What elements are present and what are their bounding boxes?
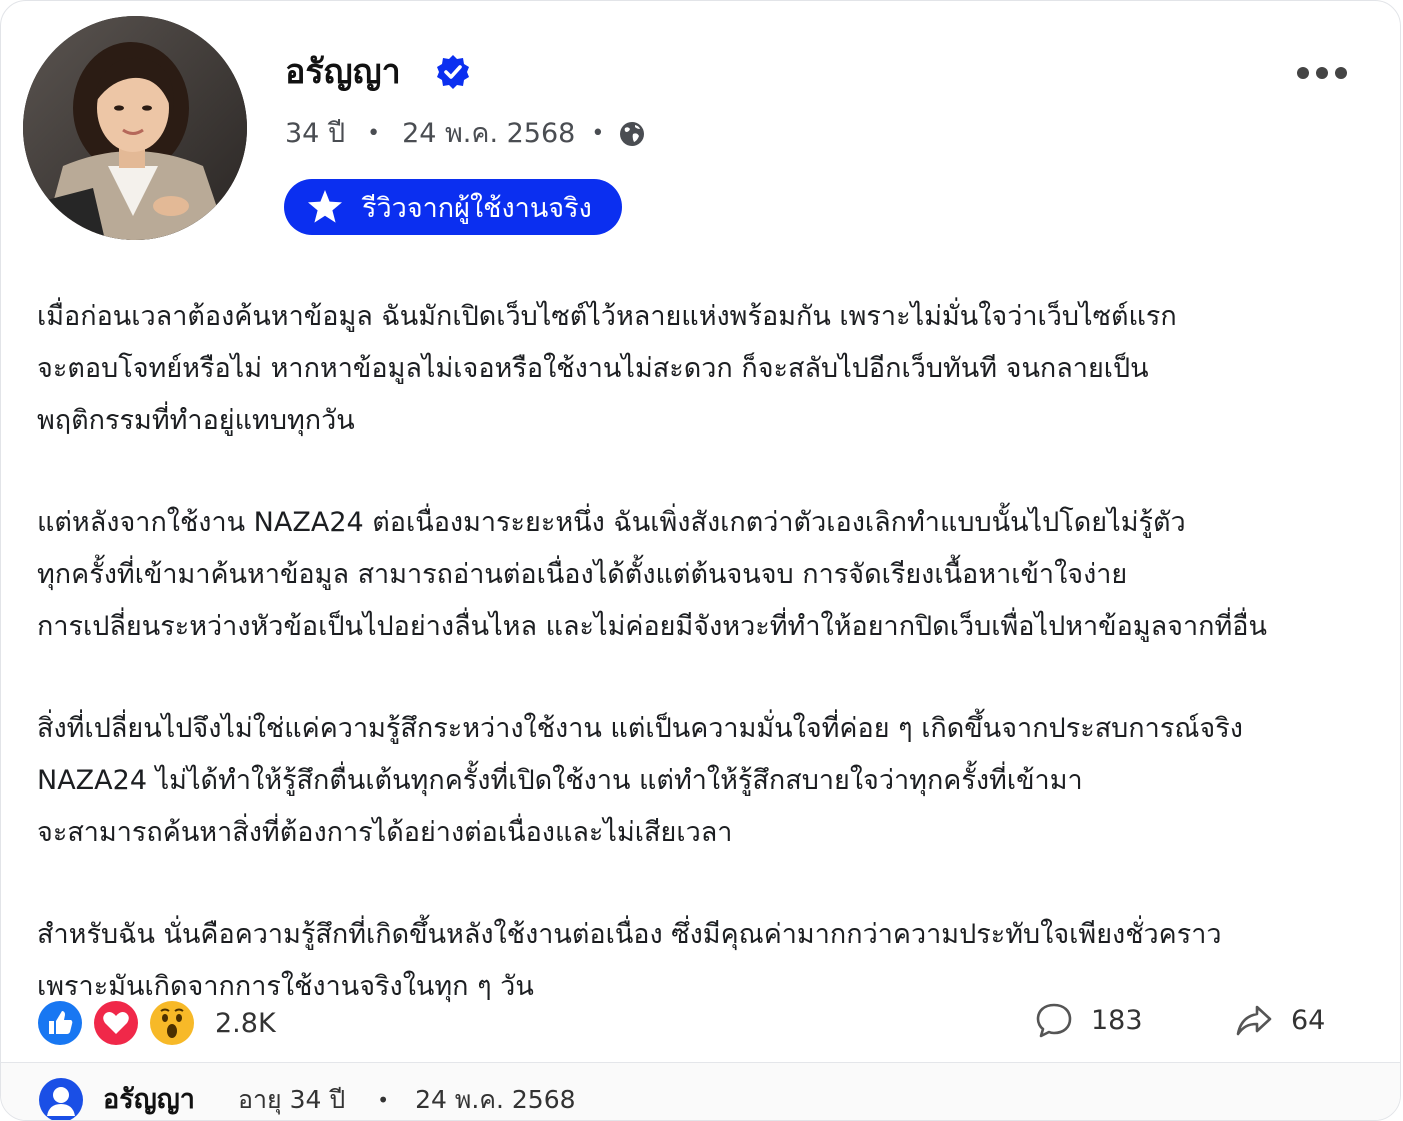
share-icon [1236,1005,1272,1036]
verified-badge-icon [437,55,469,89]
text-line: สิ่งที่เปลี่ยนไปจึงไม่ใช่แค่ความรู้สึกระ… [37,713,1243,744]
author-footer [1,1063,1400,1120]
verified-review-badge: รีวิวจากผู้ใช้งานจริง [284,179,622,235]
more-options-icon[interactable] [1297,63,1347,83]
comment-count: 183 [1091,1004,1143,1036]
author-avatar[interactable] [23,16,247,240]
text-line: การเปลี่ยนระหว่างหัวข้อเป็นไปอย่างลื่นไห… [37,611,1267,642]
post-date[interactable]: 24 พ.ค. 2568 [402,114,575,154]
post-meta: 34 ปี • 24 พ.ค. 2568 • [285,114,646,154]
footer-meta: อายุ 34 ปี • 24 พ.ค. 2568 [238,1081,576,1119]
footer-date: 24 พ.ค. 2568 [415,1085,576,1114]
reaction-summary[interactable]: 2.8K [37,1000,276,1046]
shares-stat[interactable]: 64 [1235,1001,1325,1039]
post-paragraph: แต่หลังจากใช้งาน NAZA24 ต่อเนื่องมาระยะห… [37,497,1367,653]
star-icon [308,190,342,223]
comment-icon [1036,1003,1072,1038]
footer-age: อายุ 34 ปี [238,1085,346,1114]
wow-reaction-icon[interactable] [149,1000,195,1046]
text-line: จะสามารถค้นหาสิ่งที่ต้องการได้อย่างต่อเน… [37,817,733,848]
text-line: ทุกครั้งที่เข้ามาค้นหาข้อมูล สามารถอ่านต… [37,559,1128,590]
separator-dot: • [591,121,605,146]
post-paragraph: เมื่อก่อนเวลาต้องค้นหาข้อมูล ฉันมักเปิดเ… [37,291,1367,447]
reaction-count[interactable]: 2.8K [215,1008,276,1039]
author-name[interactable]: อรัญญา [285,49,401,95]
post-paragraph: สิ่งที่เปลี่ยนไปจึงไม่ใช่แค่ความรู้สึกระ… [37,703,1367,859]
post-card: อรัญญา 34 ปี • 24 พ.ค. 2568 • รีวิวจากผู… [0,0,1401,1121]
share-count: 64 [1291,1004,1326,1036]
badge-label: รีวิวจากผู้ใช้งานจริง [362,192,592,224]
text-line: NAZA24 ไม่ได้ทำให้รู้สึกตื่นเต้นทุกครั้ง… [37,765,1083,796]
text-line: พฤติกรรมที่ทำอยู่แทบทุกวัน [37,405,355,436]
user-avatar-icon[interactable] [39,1078,83,1120]
author-age: 34 ปี [285,118,346,149]
footer-author-name[interactable]: อรัญญา [103,1081,195,1119]
text-line: แต่หลังจากใช้งาน NAZA24 ต่อเนื่องมาระยะห… [37,507,1186,538]
post-paragraph: สำหรับฉัน นั่นคือความรู้สึกที่เกิดขึ้นหล… [37,909,1367,1013]
love-reaction-icon[interactable] [93,1000,139,1046]
like-reaction-icon[interactable] [37,1000,83,1046]
separator-dot: • [367,121,381,146]
text-line: จะตอบโจทย์หรือไม่ หากหาข้อมูลไม่เจอหรือใ… [37,353,1149,384]
globe-icon[interactable] [618,120,646,148]
text-line: สำหรับฉัน นั่นคือความรู้สึกที่เกิดขึ้นหล… [37,919,1222,950]
comments-stat[interactable]: 183 [1035,1001,1143,1039]
text-line: เมื่อก่อนเวลาต้องค้นหาข้อมูล ฉันมักเปิดเ… [37,301,1177,332]
post-body: เมื่อก่อนเวลาต้องค้นหาข้อมูล ฉันมักเปิดเ… [37,291,1367,1063]
separator-dot: • [377,1088,390,1112]
